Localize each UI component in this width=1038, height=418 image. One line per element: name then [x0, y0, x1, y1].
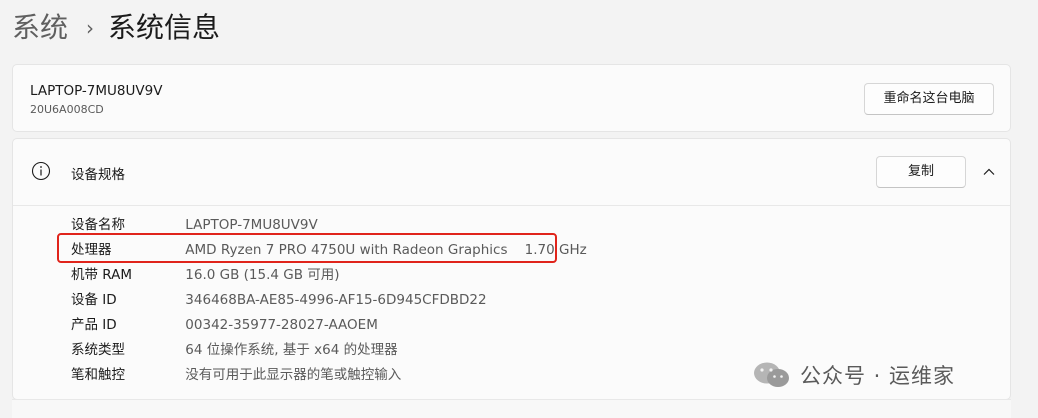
breadcrumb: 系统 › 系统信息	[12, 8, 220, 48]
spec-label: 机带 RAM	[71, 267, 133, 283]
spec-label: 设备 ID	[71, 292, 117, 308]
device-model: 20U6A008CD	[30, 103, 104, 116]
spec-label: 笔和触控	[71, 367, 125, 383]
processor-highlight-box	[57, 233, 557, 263]
spec-value: 16.0 GB (15.4 GB 可用)	[185, 267, 340, 283]
wechat-logo-icon	[754, 362, 789, 387]
device-name: LAPTOP-7MU8UV9V	[30, 83, 163, 99]
watermark: 公众号 · 运维家	[752, 360, 955, 390]
watermark-text: 公众号 · 运维家	[800, 364, 956, 388]
spec-value: 00342-35977-28027-AAOEM	[185, 317, 378, 333]
rename-pc-button[interactable]: 重命名这台电脑	[864, 83, 994, 115]
info-icon	[31, 161, 51, 181]
spec-row-ram: 机带 RAM 16.0 GB (15.4 GB 可用)	[71, 263, 340, 288]
spec-value: 没有可用于此显示器的笔或触控输入	[185, 367, 402, 383]
copy-button[interactable]: 复制	[876, 156, 966, 188]
page-title: 系统信息	[108, 11, 221, 44]
breadcrumb-parent-system[interactable]: 系统	[12, 8, 68, 48]
spec-row-system-type: 系统类型 64 位操作系统, 基于 x64 的处理器	[71, 338, 398, 363]
spec-row-device-id: 设备 ID 346468BA-AE85-4996-AF15-6D945CFDBD…	[71, 288, 487, 313]
spec-label: 系统类型	[71, 342, 125, 358]
spec-value: 64 位操作系统, 基于 x64 的处理器	[185, 342, 398, 358]
spec-row-pen-touch: 笔和触控 没有可用于此显示器的笔或触控输入	[71, 363, 401, 388]
next-card-edge	[12, 399, 1011, 418]
spec-label: 产品 ID	[71, 317, 117, 333]
device-specs-header[interactable]: 设备规格 复制	[13, 139, 1010, 206]
device-specs-title: 设备规格	[71, 167, 125, 183]
spec-value: 346468BA-AE85-4996-AF15-6D945CFDBD22	[185, 292, 487, 308]
chevron-up-icon[interactable]	[982, 165, 996, 179]
device-name-card: LAPTOP-7MU8UV9V 20U6A008CD 重命名这台电脑	[12, 64, 1011, 132]
spec-row-product-id: 产品 ID 00342-35977-28027-AAOEM	[71, 313, 378, 338]
breadcrumb-separator: ›	[86, 16, 95, 40]
